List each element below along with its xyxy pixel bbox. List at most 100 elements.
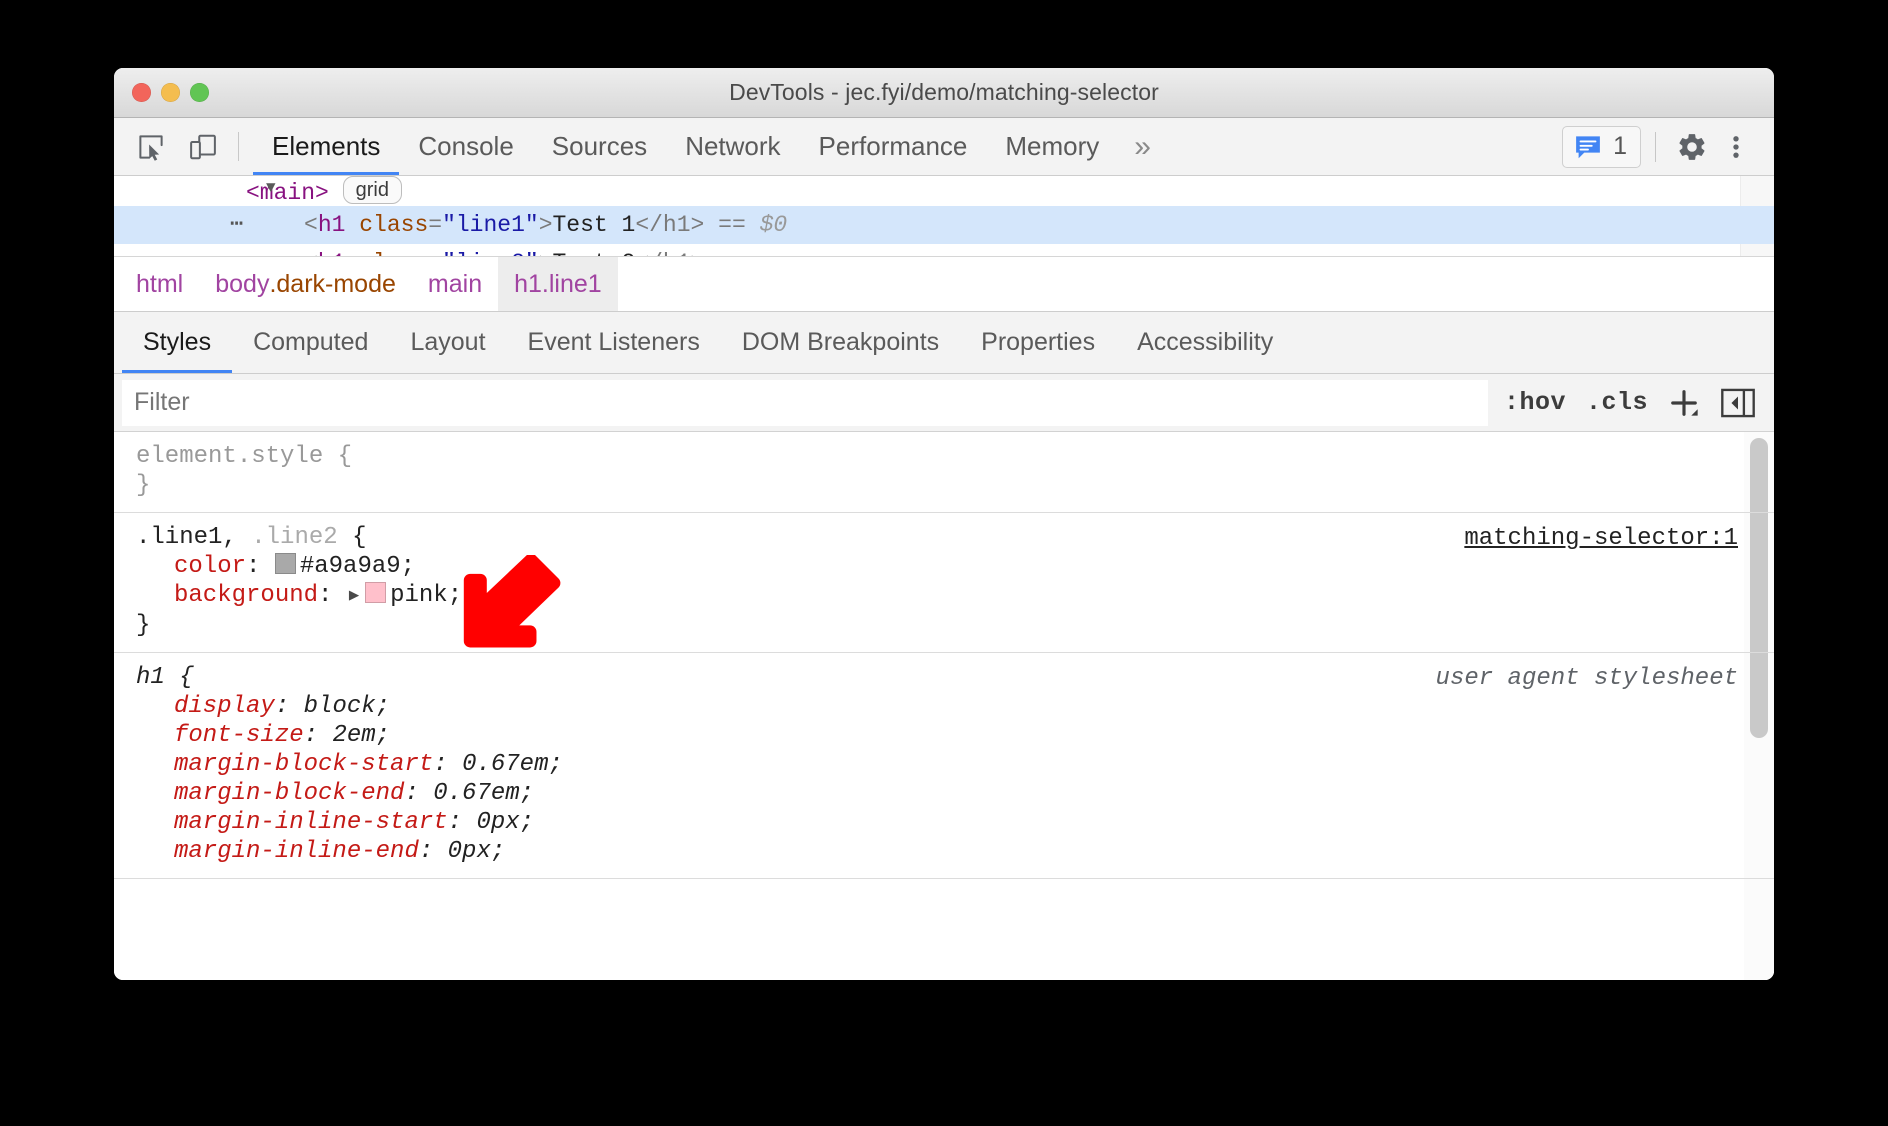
window-title: DevTools - jec.fyi/demo/matching-selecto…	[114, 79, 1774, 106]
more-tabs-button[interactable]: »	[1118, 118, 1167, 175]
property-name[interactable]: margin-inline-end	[174, 838, 419, 865]
tab-elements[interactable]: Elements	[253, 118, 399, 175]
dom-node-main[interactable]: ▼ <main> grid	[114, 176, 1774, 206]
toolbar-divider	[238, 132, 239, 161]
property-name[interactable]: margin-block-end	[174, 780, 404, 807]
tab-network[interactable]: Network	[666, 118, 799, 175]
selector-text: element.style {	[136, 443, 352, 470]
rule-line1-line2[interactable]: matching-selector:1 .line1, .line2 { col…	[114, 513, 1774, 653]
devtools-window: DevTools - jec.fyi/demo/matching-selecto…	[114, 68, 1774, 980]
declaration-display[interactable]: display: block;	[114, 692, 1774, 721]
user-agent-stylesheet-label: user agent stylesheet	[1436, 665, 1738, 692]
declaration-color[interactable]: color: #a9a9a9;	[114, 552, 1774, 581]
plus-icon	[1666, 385, 1702, 421]
property-name[interactable]: color	[174, 553, 246, 580]
dom-node-h1-line2[interactable]: <h1 class="line2">Test 2</h1>	[114, 244, 1774, 256]
property-name[interactable]: margin-block-start	[174, 751, 433, 778]
color-swatch[interactable]	[275, 553, 296, 574]
settings-button[interactable]	[1670, 125, 1714, 169]
declaration-margin-block-end[interactable]: margin-block-end: 0.67em;	[114, 779, 1774, 808]
close-window-button[interactable]	[132, 83, 151, 102]
toggle-pseudo-states-button[interactable]: :hov	[1494, 388, 1576, 417]
tab-styles[interactable]: Styles	[122, 312, 232, 373]
declaration-background[interactable]: background: ▶pink;	[114, 581, 1774, 611]
declaration-font-size[interactable]: font-size: 2em;	[114, 721, 1774, 750]
dom-attr-value: "line1"	[442, 212, 539, 238]
grid-badge[interactable]: grid	[343, 176, 402, 204]
rule-source-link[interactable]: matching-selector:1	[1464, 525, 1738, 552]
dom-close-tag: </h1>	[635, 250, 704, 256]
filter-input[interactable]	[122, 380, 1488, 426]
breadcrumb-item-html[interactable]: html	[114, 257, 199, 311]
property-value[interactable]: 0px	[476, 809, 519, 836]
tab-label: Performance	[819, 131, 968, 162]
property-name[interactable]: background	[174, 582, 318, 609]
tag-open-bracket: <	[304, 212, 318, 238]
tab-console[interactable]: Console	[399, 118, 532, 175]
chevron-double-right-icon: »	[1134, 130, 1151, 164]
computed-sidebar-toggle-button[interactable]	[1716, 383, 1760, 423]
rule-element-style[interactable]: element.style { }	[114, 432, 1774, 513]
tab-layout[interactable]: Layout	[389, 312, 506, 373]
tab-properties[interactable]: Properties	[960, 312, 1116, 373]
dom-tree-panel[interactable]: ▼ <main> grid ⋯ <h1 class="line1">Test 1…	[114, 176, 1774, 256]
console-message-badge[interactable]: 1	[1562, 126, 1641, 168]
pane-tab-label: Computed	[253, 328, 368, 357]
tab-accessibility[interactable]: Accessibility	[1116, 312, 1294, 373]
tab-sources[interactable]: Sources	[533, 118, 666, 175]
tab-computed[interactable]: Computed	[232, 312, 389, 373]
property-value[interactable]: #a9a9a9	[300, 553, 401, 580]
new-style-rule-button[interactable]	[1658, 381, 1710, 425]
breadcrumb-item-main[interactable]: main	[412, 257, 498, 311]
declaration-margin-inline-end[interactable]: margin-inline-end: 0px;	[114, 837, 1774, 866]
tab-memory[interactable]: Memory	[986, 118, 1118, 175]
rule-close-brace: }	[114, 471, 1774, 500]
property-value[interactable]: block	[304, 693, 376, 720]
dom-node-h1-line1[interactable]: ⋯ <h1 class="line1">Test 1</h1> == $0	[114, 206, 1774, 244]
kebab-menu-icon	[1722, 133, 1750, 161]
property-name[interactable]: margin-inline-start	[174, 809, 448, 836]
rule-h1-user-agent[interactable]: user agent stylesheet h1 { display: bloc…	[114, 653, 1774, 879]
color-swatch[interactable]	[365, 582, 386, 603]
selector-part-matching[interactable]: .line1,	[136, 524, 237, 551]
property-value[interactable]: 0.67em	[462, 751, 548, 778]
tab-performance[interactable]: Performance	[800, 118, 987, 175]
rule-selector: element.style {	[114, 442, 1774, 471]
dom-attr-eq: =	[428, 250, 442, 256]
device-toolbar-button[interactable]	[180, 124, 226, 170]
main-menu-button[interactable]	[1714, 125, 1758, 169]
property-value[interactable]: 0px	[448, 838, 491, 865]
breadcrumb-item-h1-line1[interactable]: h1.line1	[498, 257, 618, 311]
property-value[interactable]: 0.67em	[433, 780, 519, 807]
selector-part-non-matching[interactable]: .line2	[251, 524, 337, 551]
tab-label: Memory	[1005, 131, 1099, 162]
toolbar-right-group: 1	[1562, 118, 1774, 175]
tab-label: Network	[685, 131, 780, 162]
pane-tab-label: DOM Breakpoints	[742, 328, 939, 357]
breadcrumb-item-body[interactable]: body.dark-mode	[199, 257, 412, 311]
property-name[interactable]: font-size	[174, 722, 304, 749]
rule-close-brace: }	[114, 611, 1774, 640]
dom-node-more-icon[interactable]: ⋯	[230, 206, 245, 244]
property-name[interactable]: display	[174, 693, 275, 720]
minimize-window-button[interactable]	[161, 83, 180, 102]
device-toolbar-icon	[188, 132, 218, 162]
expand-shorthand-icon[interactable]: ▶	[349, 582, 359, 611]
tab-dom-breakpoints[interactable]: DOM Breakpoints	[721, 312, 960, 373]
property-value[interactable]: pink	[390, 582, 448, 609]
computed-sidebar-toggle-icon	[1721, 388, 1755, 418]
expand-triangle-icon[interactable]: ▼	[266, 176, 276, 200]
maximize-window-button[interactable]	[190, 83, 209, 102]
declaration-margin-block-start[interactable]: margin-block-start: 0.67em;	[114, 750, 1774, 779]
declaration-margin-inline-start[interactable]: margin-inline-start: 0px;	[114, 808, 1774, 837]
property-value[interactable]: 2em	[332, 722, 375, 749]
inspect-element-button[interactable]	[128, 124, 174, 170]
breadcrumb: html body.dark-mode main h1.line1	[114, 256, 1774, 312]
dom-tag-name: h1	[318, 212, 346, 238]
styles-rules-panel[interactable]: element.style { } matching-selector:1 .l…	[114, 432, 1774, 980]
breadcrumb-label: h1.line1	[514, 270, 602, 299]
devtools-toolbar: Elements Console Sources Network Perform…	[114, 118, 1774, 176]
toggle-element-classes-button[interactable]: .cls	[1576, 388, 1658, 417]
selector-text[interactable]: h1 {	[136, 664, 194, 691]
tab-event-listeners[interactable]: Event Listeners	[507, 312, 721, 373]
